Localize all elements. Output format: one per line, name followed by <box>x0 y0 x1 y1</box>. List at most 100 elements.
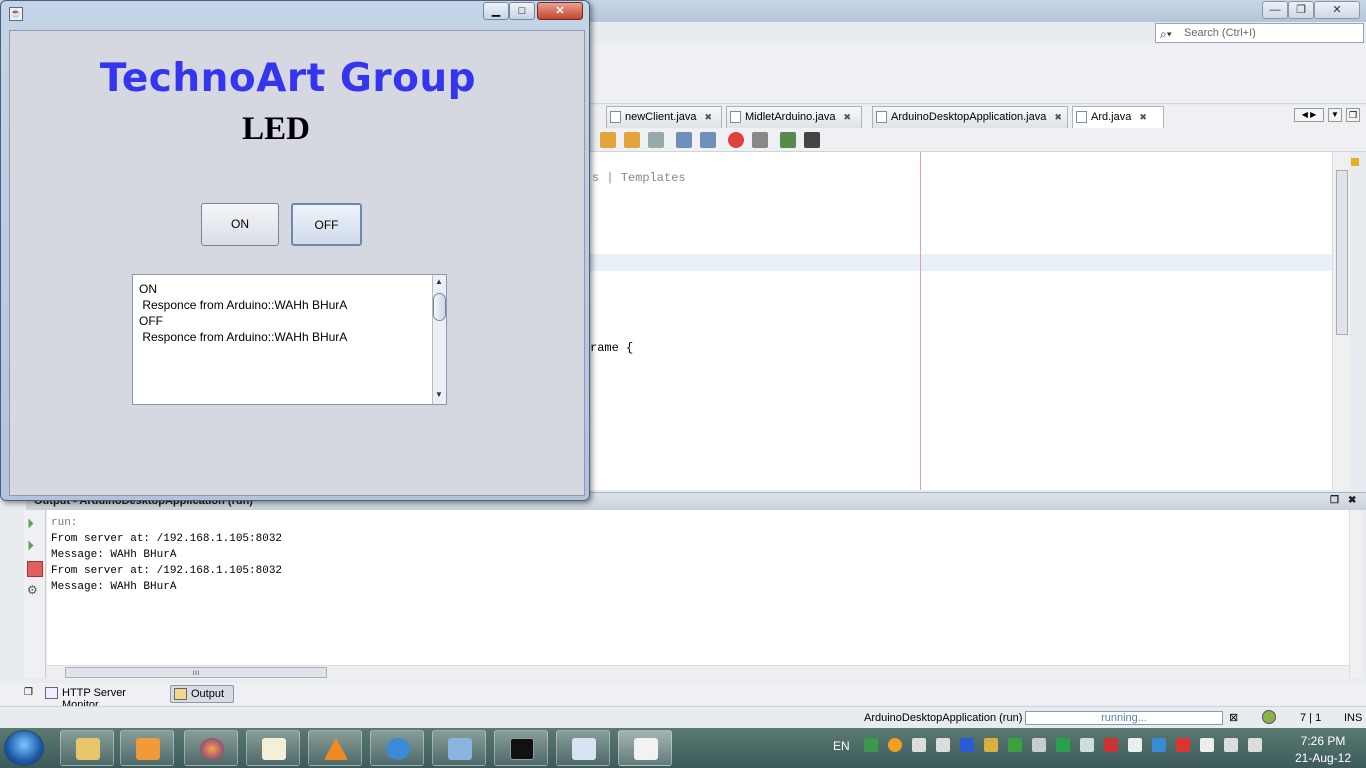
close-button[interactable]: ✕ <box>537 2 583 20</box>
network-icon[interactable] <box>1224 738 1238 752</box>
tab-http-server-monitor[interactable]: HTTP Server Monitor <box>42 685 168 711</box>
restore-window-icon[interactable]: ❐ <box>1346 108 1360 122</box>
record-macro-icon[interactable] <box>728 132 744 148</box>
word-icon[interactable] <box>984 738 998 752</box>
maximize-panel-icon[interactable]: ❐ <box>1330 495 1339 506</box>
editor-toolbar <box>590 128 1366 152</box>
scroll-thumb[interactable] <box>433 293 446 321</box>
clock[interactable]: 7:26 PM 21-Aug-12 <box>1288 733 1358 767</box>
editor-vertical-scrollbar[interactable] <box>1332 152 1350 490</box>
taskbar-firefox[interactable] <box>184 730 238 766</box>
warning-marker-icon[interactable] <box>1351 158 1359 166</box>
browser-tab-ghost <box>600 4 750 22</box>
check-icon[interactable] <box>1080 738 1094 752</box>
tray-green-icon[interactable] <box>1056 738 1070 752</box>
network-tool-icon[interactable] <box>1032 738 1046 752</box>
output-vertical-scrollbar[interactable] <box>1349 510 1363 678</box>
close-panel-icon[interactable]: ✖ <box>1348 495 1356 506</box>
minimize-button[interactable]: ▁ <box>483 2 509 20</box>
taskbar-media-player[interactable] <box>120 730 174 766</box>
log-vertical-scrollbar[interactable]: ▲ ▼ <box>432 275 446 404</box>
display-icon[interactable] <box>1128 738 1142 752</box>
taskbar-paint[interactable] <box>556 730 610 766</box>
ide-minimize-button[interactable]: — <box>1262 1 1288 19</box>
tab-list-dropdown[interactable]: ▼ <box>1328 108 1342 122</box>
app-title: TechnoArt Group <box>99 56 477 101</box>
caret-position: 7 | 1 <box>1300 712 1322 724</box>
sync-icon[interactable] <box>1008 738 1022 752</box>
search-input[interactable]: ⌕▾ Search (Ctrl+I) <box>1155 23 1364 43</box>
close-icon[interactable]: ✖ <box>844 112 852 122</box>
comment-icon[interactable] <box>780 132 796 148</box>
prev-bookmark-icon[interactable] <box>600 132 616 148</box>
globe-icon[interactable] <box>1152 738 1166 752</box>
stop-icon[interactable] <box>27 561 43 577</box>
shift-left-icon[interactable] <box>676 132 692 148</box>
next-bookmark-icon[interactable] <box>624 132 640 148</box>
java-cup-icon[interactable]: ☕ <box>9 7 23 21</box>
toggle-bookmark-icon[interactable] <box>648 132 664 148</box>
restore-panel-icon[interactable]: ❐ <box>24 687 33 698</box>
tab-midletarduino[interactable]: MidletArduino.java ✖ <box>726 106 862 128</box>
tray-app-icon[interactable] <box>888 738 902 752</box>
close-icon[interactable]: ✖ <box>1054 112 1062 122</box>
start-button[interactable] <box>4 730 44 766</box>
on-button[interactable]: ON <box>201 203 279 246</box>
log-line: ON <box>139 282 157 296</box>
drive-icon[interactable] <box>864 738 878 752</box>
close-icon[interactable]: ✖ <box>705 112 713 122</box>
tab-scroll-buttons[interactable]: ◀ ▶ <box>1294 108 1324 122</box>
current-line-highlight <box>590 254 1332 271</box>
gc-icon[interactable] <box>1262 710 1276 724</box>
output-line: Message: WAHh BHurA <box>51 581 177 593</box>
maximize-button[interactable]: □ <box>509 2 535 20</box>
tab-newclient[interactable]: newClient.java ✖ <box>606 106 722 128</box>
close-icon[interactable]: ✖ <box>1139 112 1147 122</box>
taskbar-explorer[interactable] <box>60 730 114 766</box>
output-horizontal-scrollbar[interactable]: ııı <box>47 665 1349 679</box>
response-log-textarea[interactable]: ON Responce from Arduino::WAHh BHurA OFF… <box>132 274 447 405</box>
ide-close-button[interactable]: ✕ <box>1314 1 1360 19</box>
code-editor[interactable]: s | Templates rame { <box>590 152 1332 490</box>
alert-icon[interactable] <box>1176 738 1190 752</box>
taskbar-cmd[interactable] <box>494 730 548 766</box>
bluetooth-icon[interactable] <box>960 738 974 752</box>
tab-ard[interactable]: Ard.java ✖ <box>1072 106 1164 128</box>
scroll-down-icon[interactable]: ▼ <box>435 390 443 399</box>
taskbar-notepad[interactable] <box>246 730 300 766</box>
shift-right-icon[interactable] <box>700 132 716 148</box>
tray-red-icon[interactable] <box>1104 738 1118 752</box>
tab-label: newClient.java <box>625 111 697 123</box>
usb-icon[interactable] <box>1200 738 1214 752</box>
ide-maximize-button[interactable]: ❐ <box>1288 1 1314 19</box>
taskbar-vlc[interactable] <box>308 730 362 766</box>
tab-arduinodesktopapplication[interactable]: ArduinoDesktopApplication.java ✖ <box>872 106 1068 128</box>
netbeans-icon <box>448 738 472 760</box>
cancel-task-icon[interactable]: ⊠ <box>1229 711 1238 724</box>
taskbar-internet-explorer[interactable] <box>370 730 424 766</box>
stop-macro-icon[interactable] <box>752 132 768 148</box>
uncomment-icon[interactable] <box>804 132 820 148</box>
task-progress-bar: running... <box>1025 711 1223 725</box>
vlc-icon <box>324 738 348 760</box>
scroll-thumb[interactable] <box>1336 170 1348 335</box>
firefox-icon <box>200 738 224 760</box>
tab-output[interactable]: Output <box>170 685 234 703</box>
output-console[interactable]: run: From server at: /192.168.1.105:8032… <box>47 510 1349 665</box>
language-indicator[interactable]: EN <box>833 739 850 753</box>
taskbar-netbeans[interactable] <box>432 730 486 766</box>
java-file-icon <box>730 111 741 123</box>
scroll-thumb[interactable]: ııı <box>65 667 327 678</box>
scroll-up-icon[interactable]: ▲ <box>435 277 443 286</box>
wand-icon[interactable] <box>912 738 926 752</box>
tab-label: Output <box>191 688 225 700</box>
notepad-icon <box>262 738 286 760</box>
volume-icon[interactable] <box>1248 738 1262 752</box>
settings-icon[interactable]: ⚙ <box>27 583 43 599</box>
taskbar-java-app[interactable] <box>618 730 672 766</box>
rerun-icon[interactable]: ⏵ <box>27 515 43 531</box>
tab-label: Ard.java <box>1091 111 1132 123</box>
off-button[interactable]: OFF <box>291 203 362 246</box>
pen-icon[interactable] <box>936 738 950 752</box>
rerun-with-params-icon[interactable]: ⏵ <box>27 537 43 553</box>
